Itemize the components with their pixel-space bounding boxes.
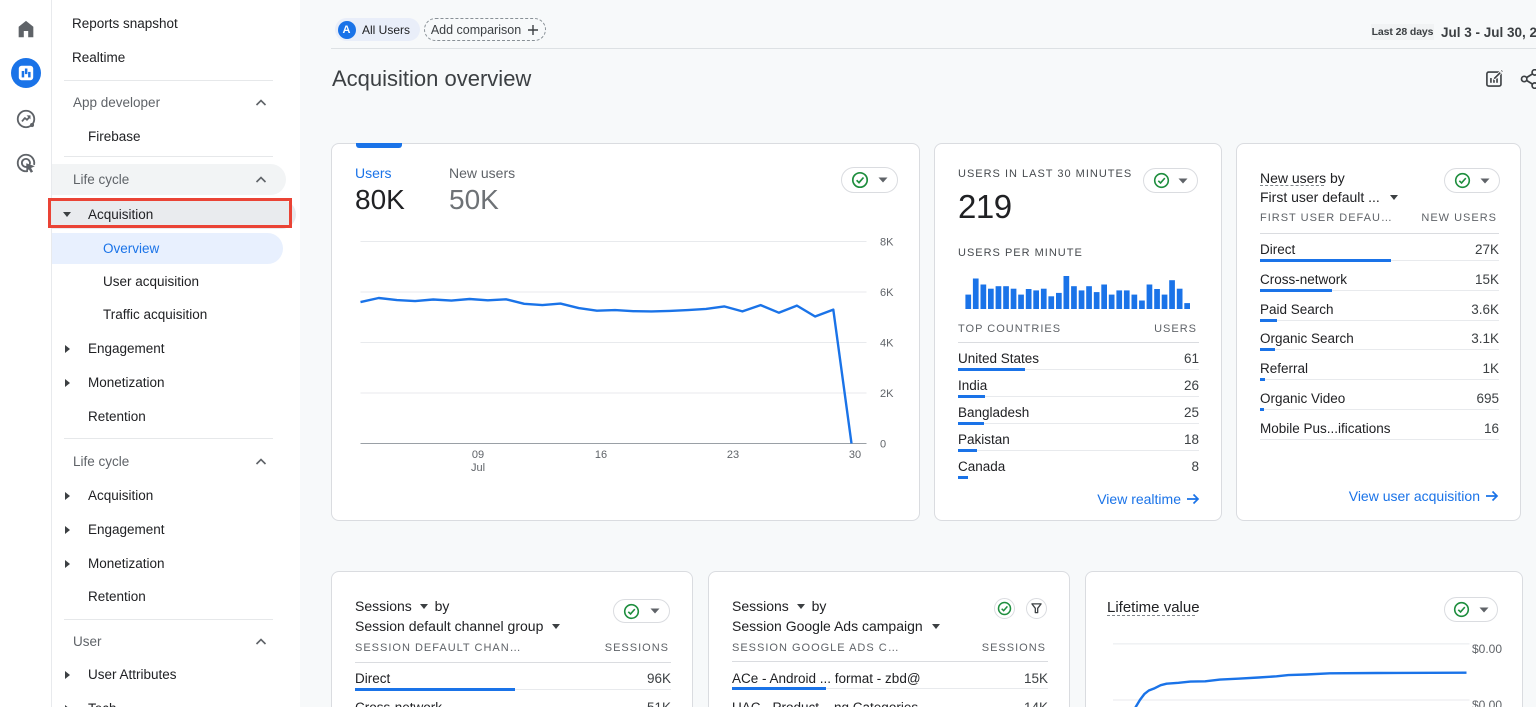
svg-text:23: 23 [727, 449, 739, 461]
svg-text:8K: 8K [880, 237, 894, 249]
svg-text:4K: 4K [880, 338, 894, 350]
svg-text:6K: 6K [880, 287, 894, 299]
svg-text:0: 0 [880, 439, 886, 451]
svg-text:09: 09 [472, 449, 484, 461]
svg-text:16: 16 [595, 449, 607, 461]
svg-text:$0.00: $0.00 [1472, 642, 1502, 656]
svg-text:$0.00: $0.00 [1472, 698, 1502, 707]
svg-text:30: 30 [849, 449, 861, 461]
svg-text:2K: 2K [880, 388, 894, 400]
svg-text:Jul: Jul [471, 462, 485, 474]
